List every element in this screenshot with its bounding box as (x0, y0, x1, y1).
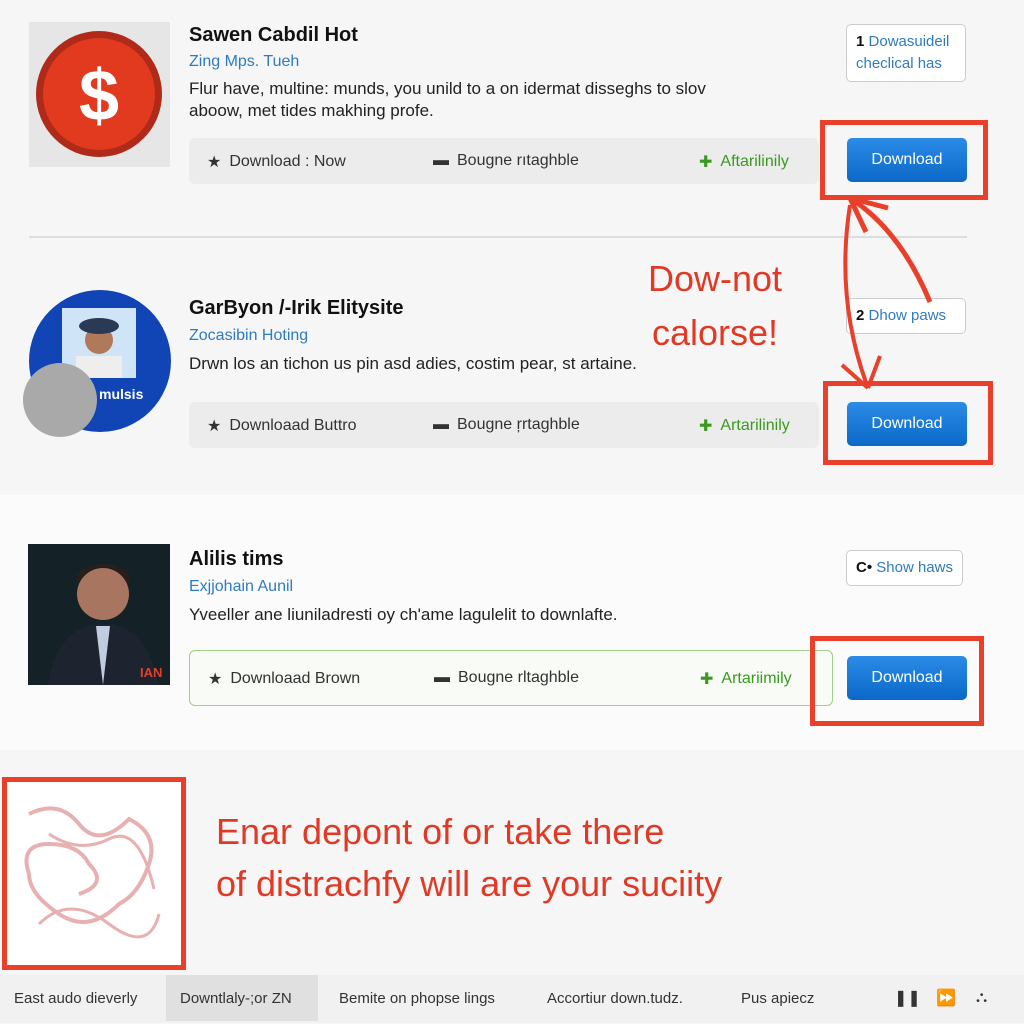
footer-bar: East audo dieverly Downtlaly-;or ZN Bemi… (0, 975, 1024, 1023)
highlight-box (2, 777, 186, 970)
footer-link[interactable]: East audo dieverly (0, 975, 151, 1021)
footer-link-active[interactable]: Downtlaly-;or ZN (166, 975, 318, 1021)
pattern-image (24, 806, 161, 939)
footer-link[interactable]: Accortiur down.tudz. (533, 975, 697, 1021)
network-icon[interactable]: ⛬ (962, 975, 1001, 1021)
footer-link[interactable]: Bemite on phopse lings (325, 975, 509, 1021)
footer-link[interactable]: Pus apiecz (727, 975, 828, 1021)
warning-annotation: Enar depont of or take there of distrachf… (216, 811, 723, 904)
